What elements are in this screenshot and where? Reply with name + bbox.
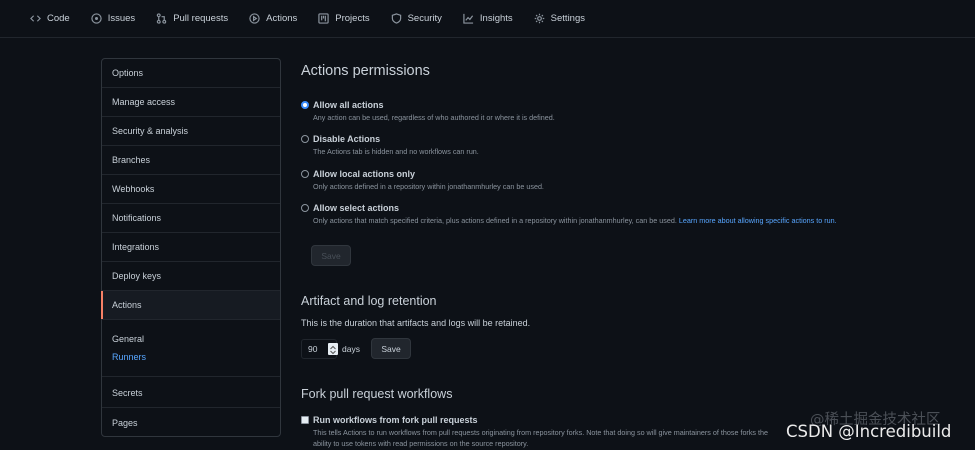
radio-label: Disable Actions (313, 134, 381, 144)
tab-pull-requests[interactable]: Pull requests (156, 0, 228, 38)
sidebar-item-label: Options (112, 68, 144, 78)
code-icon (30, 15, 41, 22)
sidebar-item-label: Branches (112, 155, 151, 165)
sidebar-item-label: Security & analysis (112, 126, 189, 136)
sidebar-item-label: Pages (112, 417, 138, 428)
sidebar-item-options[interactable]: Options (102, 59, 280, 88)
learn-more-link[interactable]: Learn more about allowing specific actio… (679, 216, 837, 225)
page-title: Actions permissions (301, 63, 430, 79)
fork-checkbox-label: Run workflows from fork pull requests (313, 415, 478, 425)
retention-save-button[interactable]: Save (371, 338, 411, 359)
sidebar-item-label: Secrets (112, 388, 143, 398)
settings-sidebar: Options Manage access Security & analysi… (101, 58, 281, 437)
sidebar-item-webhooks[interactable]: Webhooks (102, 175, 280, 204)
radio-desc: The Actions tab is hidden and no workflo… (313, 147, 479, 156)
sidebar-item-label: Notifications (112, 213, 162, 223)
retention-heading: Artifact and log retention (301, 294, 437, 308)
tab-code[interactable]: Code (30, 0, 70, 38)
sidebar-subitem-general[interactable]: General (112, 334, 144, 344)
tab-pull-requests-label: Pull requests (173, 13, 229, 24)
issue-icon (91, 13, 102, 24)
radio-button-checked[interactable] (301, 101, 309, 109)
radio-desc: Only actions defined in a repository wit… (313, 182, 544, 191)
play-icon (249, 13, 260, 24)
radio-desc: Only actions that match specified criter… (313, 216, 837, 225)
fork-heading: Fork pull request workflows (301, 387, 453, 401)
stepper-icon[interactable] (328, 343, 338, 355)
main-content: Actions permissions Allow all actions An… (301, 0, 961, 450)
tab-actions-label: Actions (266, 13, 298, 24)
radio-label: Allow local actions only (313, 169, 416, 179)
fork-checkbox[interactable] (301, 416, 309, 424)
fork-checkbox-desc: This tells Actions to run workflows from… (313, 428, 769, 448)
sidebar-item-integrations[interactable]: Integrations (102, 233, 280, 262)
radio-button[interactable] (301, 135, 309, 143)
radio-label: Allow all actions (313, 100, 384, 110)
radio-desc: Any action can be used, regardless of wh… (313, 113, 555, 122)
sidebar-item-deploy-keys[interactable]: Deploy keys (102, 262, 280, 291)
tab-issues[interactable]: Issues (91, 0, 135, 38)
radio-button[interactable] (301, 170, 309, 178)
sidebar-actions-subnav: General Runners (102, 321, 280, 377)
sidebar-subitem-runners[interactable]: Runners (112, 352, 146, 362)
retention-value: 90 (308, 344, 318, 354)
sidebar-item-actions[interactable]: Actions (101, 291, 280, 320)
sidebar-item-security-analysis[interactable]: Security & analysis (102, 117, 280, 146)
tab-code-label: Code (47, 13, 70, 24)
sidebar-item-label: Deploy keys (112, 271, 162, 281)
sidebar-item-pages[interactable]: Pages (102, 408, 280, 437)
radio-label: Allow select actions (313, 203, 400, 213)
retention-unit: days (342, 344, 360, 354)
sidebar-item-notifications[interactable]: Notifications (102, 204, 280, 233)
radio-desc-text: Only actions that match specified criter… (313, 216, 677, 225)
tab-issues-label: Issues (107, 13, 136, 24)
sidebar-item-label: Integrations (112, 242, 160, 252)
sidebar-item-label: Manage access (112, 97, 176, 107)
sidebar-item-branches[interactable]: Branches (102, 146, 280, 175)
sidebar-item-label: Actions (112, 300, 142, 310)
sidebar-item-manage-access[interactable]: Manage access (102, 88, 280, 117)
sidebar-item-secrets[interactable]: Secrets (102, 379, 280, 408)
tab-actions[interactable]: Actions (249, 0, 297, 38)
sidebar-item-label: Webhooks (112, 184, 155, 194)
watermark-csdn: CSDN @Incredibuild (786, 422, 952, 441)
retention-desc: This is the duration that artifacts and … (301, 318, 531, 328)
pull-request-icon (156, 13, 167, 24)
permissions-save-button[interactable]: Save (311, 245, 351, 266)
radio-button[interactable] (301, 204, 309, 212)
